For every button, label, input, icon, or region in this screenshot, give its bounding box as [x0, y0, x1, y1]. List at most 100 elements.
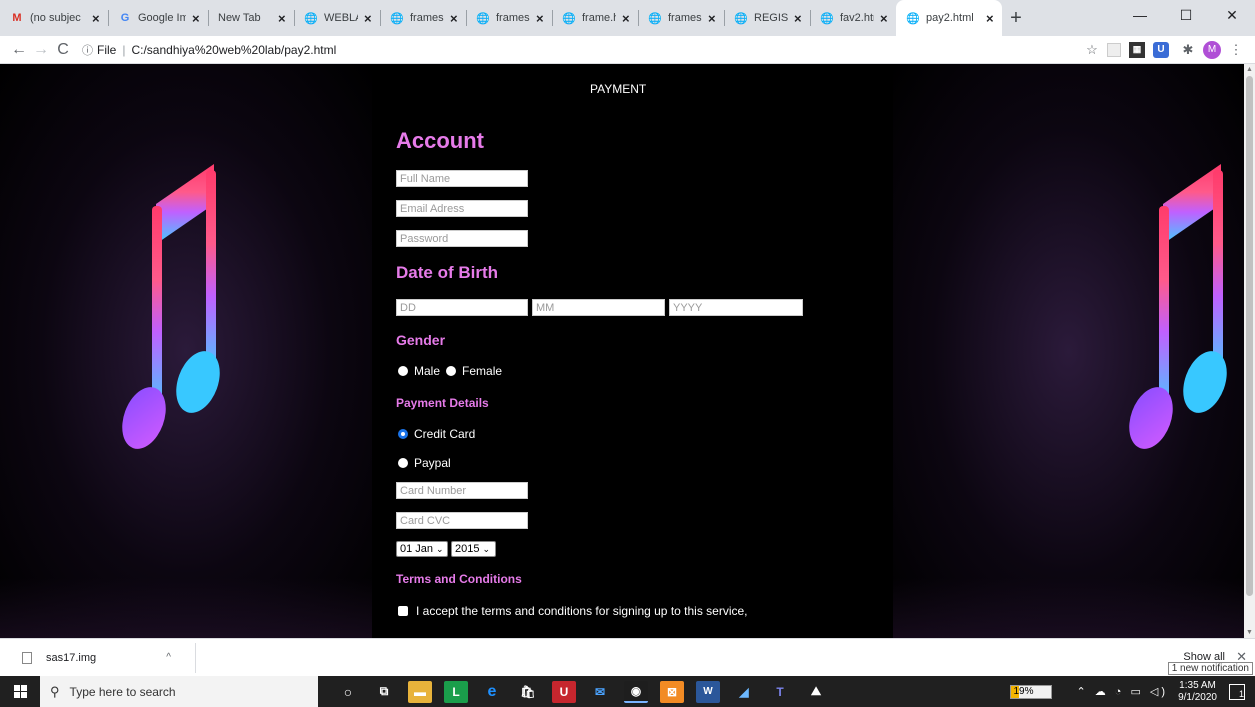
chrome-icon[interactable]: ◉ — [624, 680, 648, 703]
dob-month-input[interactable] — [532, 299, 665, 316]
back-button[interactable]: ← — [8, 41, 30, 59]
tab-close-icon[interactable]: × — [92, 11, 102, 26]
tray-icons[interactable]: ⌃ ☁ ◔ ▭ ◁) — [1076, 685, 1168, 698]
tab-close-icon[interactable]: × — [192, 11, 202, 26]
info-icon[interactable]: ⓘ — [82, 42, 93, 58]
notepad-icon[interactable]: ◢ — [732, 681, 756, 703]
teams-icon[interactable]: T — [768, 681, 792, 703]
close-window-button[interactable]: ✕ — [1209, 0, 1255, 30]
page-title: PAYMENT — [590, 82, 647, 96]
dob-year-input[interactable] — [669, 299, 803, 316]
extensions-puzzle-icon[interactable]: ✱ — [1177, 39, 1199, 61]
start-button[interactable] — [0, 676, 40, 707]
system-tray: 19% ⌃ ☁ ◔ ▭ ◁) 1:35 AM 9/1/2020 1 — [1010, 676, 1255, 707]
terms-heading: Terms and Conditions — [396, 572, 522, 586]
globe-icon: 🌐 — [906, 12, 920, 25]
browser-tab[interactable]: 🌐 frame.htm × — [552, 0, 638, 36]
terms-row: I accept the terms and conditions for si… — [398, 604, 748, 618]
clock[interactable]: 1:35 AM 9/1/2020 — [1178, 680, 1217, 704]
expiry-year-select[interactable]: 2015 ⌄ — [451, 541, 496, 557]
credit-card-radio[interactable] — [398, 429, 408, 439]
full-name-input[interactable] — [396, 170, 528, 187]
browser-tab[interactable]: M (no subjec × — [0, 0, 108, 36]
dob-day-input[interactable] — [396, 299, 528, 316]
card-number-input[interactable] — [396, 482, 528, 499]
browser-tab[interactable]: 🌐 frames1.h × — [466, 0, 552, 36]
browser-tab[interactable]: 🌐 frames2.h × — [380, 0, 466, 36]
maximize-button[interactable]: ☐ — [1163, 0, 1209, 30]
browser-tab[interactable]: 🌐 fav2.html × — [810, 0, 896, 36]
tab-close-icon[interactable]: × — [794, 11, 804, 26]
email-input[interactable] — [396, 200, 528, 217]
card-cvc-input[interactable] — [396, 512, 528, 529]
tab-close-icon[interactable]: × — [536, 11, 546, 26]
tab-title: frame.htm — [582, 12, 616, 24]
tab-title: Google Im — [138, 12, 186, 24]
cortana-icon[interactable]: ○ — [336, 681, 360, 703]
terms-checkbox[interactable] — [398, 606, 408, 616]
xampp-icon[interactable]: ⊠ — [660, 680, 684, 703]
photos-icon[interactable]: ⛰ — [804, 681, 828, 703]
mail-icon[interactable]: ✉ — [588, 681, 612, 703]
tab-close-icon[interactable]: × — [880, 11, 890, 26]
gender-options: Male Female — [398, 364, 508, 378]
browser-tab[interactable]: 🌐 frames2.h × — [638, 0, 724, 36]
address-bar[interactable]: ⓘ File | C:/sandhiya%20web%20lab/pay2.ht… — [82, 38, 1077, 62]
forward-button[interactable]: → — [30, 41, 52, 59]
clock-time: 1:35 AM — [1179, 679, 1216, 691]
task-view-icon[interactable]: ⧉ — [372, 681, 396, 703]
action-center-icon[interactable]: 1 — [1229, 683, 1245, 700]
file-explorer-icon[interactable]: ▬ — [408, 680, 432, 703]
browser-tab[interactable]: 🌐 REGISTRA × — [724, 0, 810, 36]
battery-indicator[interactable]: 19% — [1010, 684, 1053, 699]
extension-reader-icon[interactable] — [1107, 42, 1121, 57]
store-icon[interactable]: 🛍 — [516, 681, 540, 703]
password-input[interactable] — [396, 230, 528, 247]
browser-tab[interactable]: G Google Im × — [108, 0, 208, 36]
tab-close-icon[interactable]: × — [622, 11, 632, 26]
expiry-day-select[interactable]: 01 Jan ⌄ — [396, 541, 448, 557]
page-viewport: PAYMENT Account Date of Birth Gender Mal… — [0, 64, 1244, 638]
globe-icon: 🌐 — [648, 12, 662, 25]
download-item[interactable]: sas17.img ^ — [0, 642, 196, 673]
browser-tab[interactable]: 🌐 WEBLAB × — [294, 0, 380, 36]
chevron-up-icon[interactable]: ^ — [166, 652, 171, 663]
tab-title: REGISTRA — [754, 12, 788, 24]
menu-kebab-icon[interactable]: ⋮ — [1225, 39, 1247, 61]
tab-strip: M(no subjec×GGoogle Im×New Tab×🌐WEBLAB×🌐… — [0, 0, 1255, 36]
terms-text: I accept the terms and conditions for si… — [416, 604, 748, 618]
tab-title: pay2.html — [926, 12, 974, 24]
tab-title: New Tab — [218, 12, 261, 24]
paypal-radio[interactable] — [398, 458, 408, 468]
edge-icon[interactable]: e — [480, 681, 504, 703]
tab-close-icon[interactable]: × — [708, 11, 718, 26]
search-icon: ⚲ — [50, 683, 60, 699]
profile-avatar[interactable]: M — [1203, 40, 1221, 59]
taskbar-search[interactable]: ⚲ Type here to search — [40, 676, 318, 707]
extension-photo-icon[interactable]: ▦ — [1129, 41, 1145, 58]
payment-option-credit-card: Credit Card — [398, 427, 481, 441]
tab-close-icon[interactable]: × — [450, 11, 460, 26]
browser-tab[interactable]: New Tab × — [208, 0, 294, 36]
browser-tab[interactable]: 🌐 pay2.html × — [896, 0, 1002, 36]
scroll-up-icon[interactable]: ▲ — [1244, 64, 1255, 75]
tab-close-icon[interactable]: × — [278, 11, 288, 26]
search-placeholder: Type here to search — [69, 684, 176, 699]
minimize-button[interactable]: — — [1117, 0, 1163, 30]
page-scrollbar[interactable]: ▲ ▼ — [1244, 64, 1255, 638]
tab-close-icon[interactable]: × — [986, 11, 996, 26]
scroll-thumb[interactable] — [1246, 76, 1253, 596]
reload-button[interactable]: C — [52, 41, 74, 59]
scroll-down-icon[interactable]: ▼ — [1244, 627, 1255, 638]
word-icon[interactable]: W — [696, 680, 720, 703]
toolbar-icons: ☆ ▦ U ✱ M ⋮ — [1077, 39, 1247, 61]
tab-close-icon[interactable]: × — [364, 11, 374, 26]
window-controls: — ☐ ✕ — [1117, 0, 1255, 30]
mcafee-icon[interactable]: U — [552, 680, 576, 703]
new-tab-button[interactable]: + — [1002, 0, 1030, 36]
gender-female-radio[interactable] — [446, 366, 457, 376]
extension-u-icon[interactable]: U — [1153, 41, 1169, 58]
star-bookmark-icon[interactable]: ☆ — [1081, 39, 1103, 61]
gender-male-radio[interactable] — [398, 366, 408, 376]
app-l-icon[interactable]: L — [444, 680, 468, 703]
